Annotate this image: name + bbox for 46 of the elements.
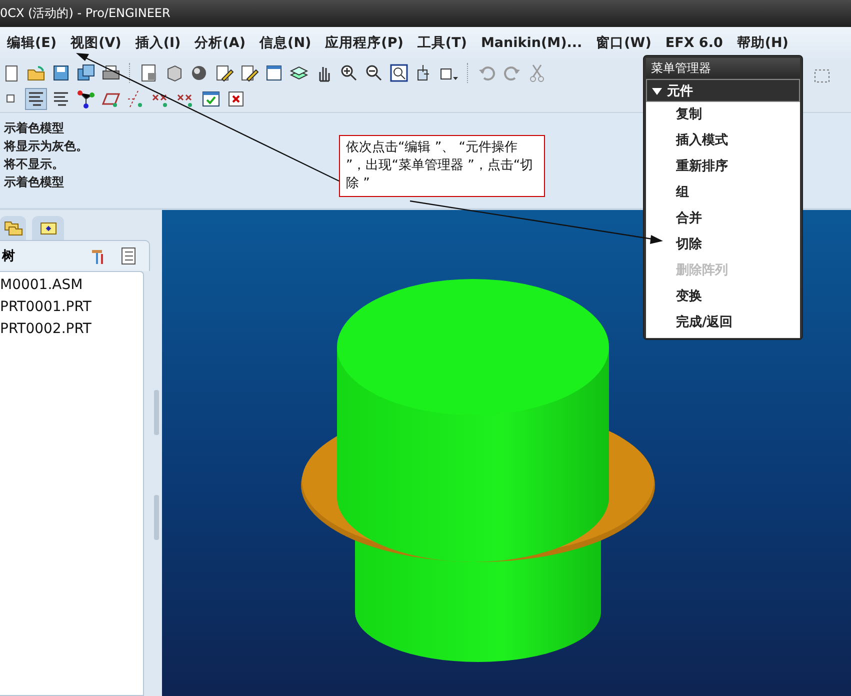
splitter-handle[interactable]: [154, 495, 158, 540]
zoom-fit-icon[interactable]: [389, 62, 409, 83]
menu-item[interactable]: 分析(A): [188, 34, 253, 52]
menu-item[interactable]: Manikin(M)...: [474, 35, 590, 52]
tree-item[interactable]: PRT0002.PRT: [0, 318, 143, 340]
panel-title: 菜单管理器: [646, 58, 800, 78]
menu-item[interactable]: 帮助(H): [730, 34, 796, 52]
tree-item[interactable]: PRT0001.PRT: [0, 296, 143, 318]
window-icon[interactable]: [264, 62, 284, 83]
save-copy-icon[interactable]: [76, 62, 96, 83]
menu-item[interactable]: 完成/返回: [646, 310, 800, 336]
menu-item[interactable]: 合并: [646, 206, 800, 232]
menu-item[interactable]: 应用程序(P): [318, 34, 410, 52]
pencil-icon[interactable]: [214, 62, 234, 83]
zoom-out-icon[interactable]: [364, 62, 384, 83]
message-text: 示着色模型: [3, 174, 64, 192]
nodes-icon[interactable]: [76, 89, 96, 110]
menu-item[interactable]: 工具(T): [410, 34, 474, 52]
save-icon[interactable]: [51, 62, 71, 83]
menu-item[interactable]: 组: [646, 180, 800, 206]
callout-note: 依次点击“编辑 ”、 “元件操作 ”，出现“菜单管理器 ”，点击“切除 ”: [339, 135, 545, 197]
menu-item[interactable]: 切除: [646, 232, 800, 258]
window-check-icon[interactable]: [201, 89, 221, 110]
menu-item[interactable]: 插入模式: [646, 128, 800, 154]
zoom-in-icon[interactable]: [339, 62, 359, 83]
pencil-icon[interactable]: [239, 62, 259, 83]
splitter-handle[interactable]: [154, 390, 158, 436]
menu-item[interactable]: 窗口(W): [589, 34, 658, 52]
menu-item[interactable]: 信息(N): [252, 34, 318, 52]
message-text: 将不显示。: [2, 156, 64, 174]
menu-item[interactable]: 编辑(E): [0, 34, 64, 52]
sheet-icon[interactable]: [139, 62, 159, 83]
menu-item[interactable]: 插入(I): [128, 34, 188, 52]
window-close-icon[interactable]: [226, 89, 246, 110]
window-title: 0CX (活动的) - Pro/ENGINEER: [0, 5, 170, 22]
menu-item[interactable]: EFX 6.0: [658, 35, 730, 52]
section-label: 元件: [667, 82, 693, 100]
menu-item[interactable]: 重新排序: [646, 154, 800, 180]
menu-item[interactable]: 复制: [646, 102, 800, 128]
message-text: 示着色模型: [3, 120, 64, 138]
tree-item[interactable]: M0001.ASM: [0, 274, 143, 296]
message-text: 将显示为灰色。: [2, 138, 88, 156]
menu-section[interactable]: 元件: [646, 79, 800, 102]
menu-item[interactable]: 视图(V): [64, 34, 128, 52]
menu-item[interactable]: 变换: [646, 284, 800, 310]
panel-title: 树: [0, 248, 16, 266]
